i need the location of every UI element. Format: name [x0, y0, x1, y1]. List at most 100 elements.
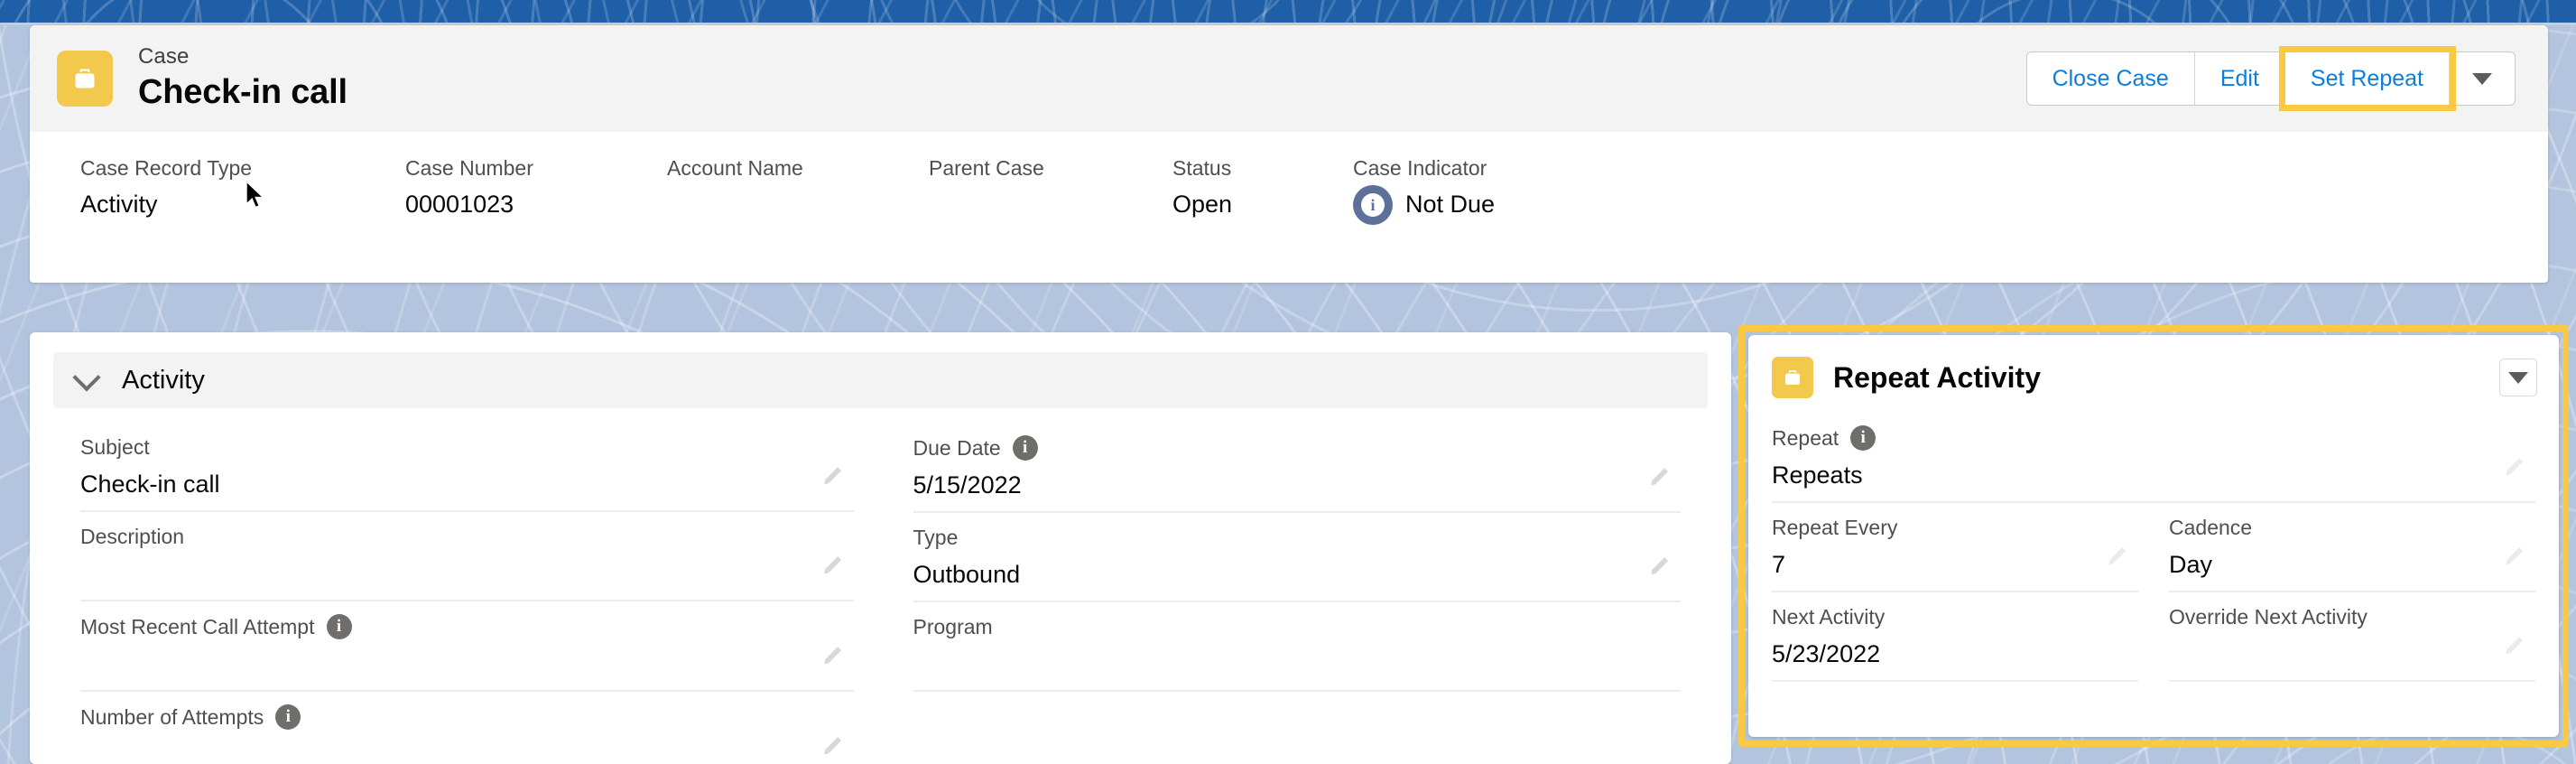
- detail-value: Open: [1172, 190, 1233, 218]
- field-repeat: Repeat i Repeats: [1772, 413, 2535, 503]
- repeat-activity-card: Repeat Activity Repeat i Repeats Repeat …: [1748, 335, 2559, 737]
- field-value: Outbound: [913, 561, 1021, 588]
- edit-pencil-icon[interactable]: [2106, 542, 2131, 567]
- field-subject: Subject Check-in call: [80, 423, 854, 512]
- record-header-top: Case Check-in call Close Case Edit Set R…: [30, 25, 2548, 132]
- repeat-activity-title: Repeat Activity: [1833, 360, 2041, 394]
- field-label: Number of Attempts i: [80, 704, 800, 730]
- field-label: Subject: [80, 435, 150, 459]
- detail-value: 00001023: [405, 190, 514, 218]
- field-label: Due Date i: [913, 435, 1627, 461]
- edit-pencil-icon[interactable]: [1648, 462, 1673, 488]
- field-most-recent-call-attempt: Most Recent Call Attempt i: [80, 601, 854, 692]
- edit-button[interactable]: Edit: [2194, 52, 2285, 105]
- detail-label: Account Name: [667, 156, 803, 180]
- field-label: Next Activity: [1772, 605, 1886, 629]
- field-value: [2169, 640, 2490, 669]
- field-value: [913, 650, 1627, 679]
- field-label: Type: [913, 526, 959, 549]
- detail-label: Case Indicator: [1353, 156, 1487, 180]
- info-circle-icon[interactable]: i: [1012, 435, 1038, 461]
- field-label-text: Repeat: [1772, 425, 1839, 450]
- edit-pencil-icon[interactable]: [821, 731, 847, 757]
- detail-label: Status: [1172, 156, 1232, 180]
- record-header-titles: Case Check-in call: [138, 44, 347, 113]
- chevron-down-icon: [2472, 72, 2492, 85]
- set-repeat-button[interactable]: Set Repeat: [2284, 52, 2450, 105]
- action-button-group: Close Case Edit Set Repeat: [2025, 46, 2516, 111]
- object-type-label: Case: [138, 43, 190, 69]
- activity-section-title: Activity: [122, 365, 205, 395]
- detail-account-name: Account Name: [667, 155, 929, 225]
- detail-label: Parent Case: [929, 156, 1044, 180]
- detail-value: Activity: [80, 190, 158, 218]
- field-value: Day: [2169, 551, 2213, 578]
- info-circle-icon[interactable]: i: [1850, 425, 1876, 451]
- page-title: Check-in call: [138, 73, 347, 112]
- repeat-field-row-1: Repeat Every 7 Cadence Day: [1772, 503, 2535, 592]
- field-label-text: Most Recent Call Attempt: [80, 614, 315, 638]
- field-cadence: Cadence Day: [2169, 503, 2535, 592]
- field-label: Description: [80, 525, 185, 548]
- activity-details-card: Activity Subject Check-in call Descripti…: [30, 332, 1731, 764]
- detail-case-record-type: Case Record Type Activity: [80, 155, 405, 225]
- edit-pencil-icon[interactable]: [821, 551, 847, 576]
- field-override-next-activity: Override Next Activity: [2169, 592, 2535, 682]
- detail-label: Case Record Type: [80, 156, 253, 180]
- repeat-activity-menu-button[interactable]: [2499, 359, 2537, 396]
- top-navigation-bar: [0, 0, 2576, 25]
- edit-pencil-icon[interactable]: [2503, 631, 2528, 657]
- chevron-down-icon: [72, 362, 101, 392]
- edit-pencil-icon[interactable]: [2503, 542, 2528, 567]
- detail-value: [667, 190, 929, 219]
- briefcase-icon: [1772, 357, 1813, 398]
- activity-left-column: Subject Check-in call Description Most R…: [30, 423, 881, 764]
- close-case-button[interactable]: Close Case: [2026, 52, 2195, 105]
- field-repeat-every: Repeat Every 7: [1772, 503, 2138, 592]
- repeat-activity-fields: Repeat i Repeats Repeat Every 7 Cadence …: [1748, 398, 2559, 682]
- field-label-text: Due Date: [913, 435, 1001, 460]
- activity-field-grid: Subject Check-in call Description Most R…: [30, 408, 1731, 764]
- detail-case-indicator: Case Indicator i Not Due: [1353, 155, 1495, 225]
- edit-pencil-icon[interactable]: [1648, 552, 1673, 577]
- edit-pencil-icon[interactable]: [821, 641, 847, 666]
- field-value: 7: [1772, 551, 1786, 578]
- detail-label: Case Number: [405, 156, 533, 180]
- record-header-card: Case Check-in call Close Case Edit Set R…: [30, 25, 2548, 283]
- field-due-date: Due Date i 5/15/2022: [913, 423, 1681, 513]
- field-value: 5/15/2022: [913, 471, 1022, 498]
- briefcase-icon: [57, 51, 113, 107]
- field-value: [80, 741, 800, 764]
- activity-right-column: Due Date i 5/15/2022 Type Outbound Progr…: [881, 423, 1732, 764]
- detail-case-number: Case Number 00001023: [405, 155, 667, 225]
- activity-section-header[interactable]: Activity: [53, 352, 1708, 408]
- field-label: Cadence: [2169, 516, 2253, 539]
- record-actions: Close Case Edit Set Repeat: [2025, 46, 2516, 111]
- field-label: Override Next Activity: [2169, 605, 2368, 629]
- field-label: Most Recent Call Attempt i: [80, 614, 800, 639]
- record-body: Activity Subject Check-in call Descripti…: [0, 325, 2576, 764]
- field-label: Program: [913, 615, 993, 638]
- detail-parent-case: Parent Case: [929, 155, 1172, 225]
- chevron-down-icon: [2508, 371, 2528, 384]
- field-label-text: Number of Attempts: [80, 704, 264, 729]
- edit-pencil-icon[interactable]: [821, 461, 847, 487]
- repeat-activity-header: Repeat Activity: [1748, 335, 2559, 398]
- info-glyph: i: [1361, 192, 1385, 217]
- detail-status: Status Open: [1172, 155, 1353, 225]
- info-circle-icon[interactable]: i: [326, 614, 352, 639]
- field-label: Repeat i: [1772, 425, 2490, 451]
- set-repeat-highlight: Set Repeat: [2278, 46, 2457, 111]
- page-root: Case Check-in call Close Case Edit Set R…: [0, 0, 2576, 764]
- status-badge: i Not Due: [1353, 184, 1496, 225]
- field-type: Type Outbound: [913, 513, 1681, 602]
- edit-pencil-icon[interactable]: [2503, 452, 2528, 478]
- repeat-field-row-2: Next Activity 5/23/2022 Override Next Ac…: [1772, 592, 2535, 682]
- field-value: [80, 650, 800, 679]
- info-circle-icon[interactable]: i: [275, 704, 301, 730]
- record-detail-row: Case Record Type Activity Case Number 00…: [30, 132, 2548, 225]
- detail-value: Not Due: [1405, 190, 1496, 218]
- top-bar-texture: [0, 0, 2576, 25]
- more-actions-button[interactable]: [2450, 52, 2515, 105]
- field-value: 5/23/2022: [1772, 640, 1881, 667]
